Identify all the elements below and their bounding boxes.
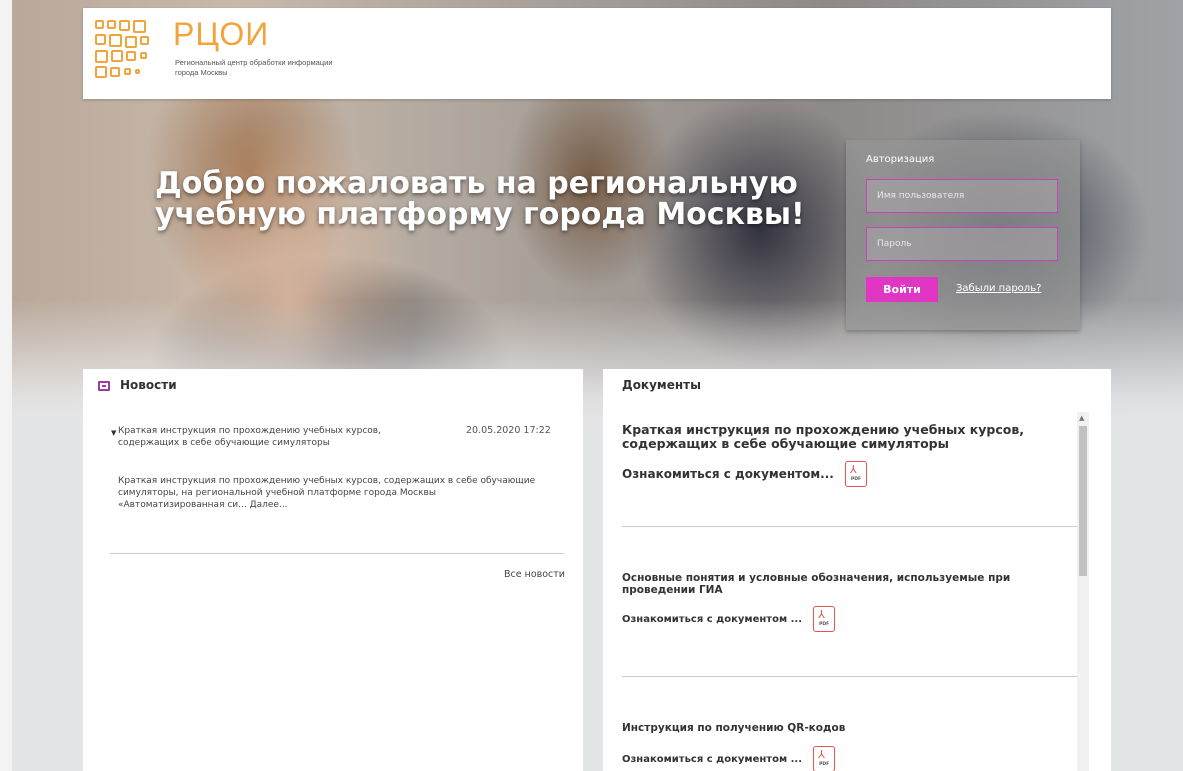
divider xyxy=(622,676,1077,677)
document-link[interactable]: Ознакомиться с документом... xyxy=(622,467,834,481)
document-item: Инструкция по получению QR-кодов Ознаком… xyxy=(622,722,1062,771)
password-input[interactable] xyxy=(866,227,1058,261)
divider xyxy=(110,553,564,554)
pdf-icon[interactable]: PDF xyxy=(844,461,867,487)
pdf-icon[interactable]: PDF xyxy=(813,746,836,771)
brand-subtitle-line1: Региональный центр обработки информации xyxy=(175,58,333,67)
news-panel: Новости ▼ Краткая инструкция по прохожде… xyxy=(83,369,583,771)
auth-panel: Авторизация Войти Забыли пароль? xyxy=(846,140,1080,330)
site-header: РЦОИ Региональный центр обработки информ… xyxy=(83,8,1111,99)
brand-subtitle: Региональный центр обработки информации … xyxy=(175,58,395,78)
scrollbar-thumb[interactable] xyxy=(1079,426,1087,576)
pdf-label: PDF xyxy=(850,477,862,482)
caret-down-icon[interactable]: ▼ xyxy=(111,429,116,437)
news-item-title[interactable]: Краткая инструкция по прохождению учебны… xyxy=(118,425,418,449)
pdf-label: PDF xyxy=(819,762,830,767)
documents-list[interactable]: Краткая инструкция по прохождению учебны… xyxy=(603,412,1078,771)
username-input[interactable] xyxy=(866,179,1058,213)
forgot-password-link[interactable]: Забыли пароль? xyxy=(956,283,1041,294)
scroll-up-icon[interactable]: ▲ xyxy=(1079,414,1084,422)
news-item-date: 20.05.2020 17:22 xyxy=(466,425,551,436)
brand-title[interactable]: РЦОИ xyxy=(173,16,269,53)
document-title: Инструкция по получению QR-кодов xyxy=(622,722,846,734)
document-item: Основные понятия и условные обозначения,… xyxy=(622,572,1062,632)
newspaper-icon xyxy=(98,381,110,391)
document-link[interactable]: Ознакомиться с документом ... xyxy=(622,754,802,765)
document-title: Основные понятия и условные обозначения,… xyxy=(622,572,1011,596)
documents-scrollbar[interactable]: ▲ xyxy=(1077,412,1089,771)
all-news-link[interactable]: Все новости xyxy=(504,569,565,580)
news-item-text: Краткая инструкция по прохождению учебны… xyxy=(118,476,536,510)
login-button[interactable]: Войти xyxy=(866,277,938,302)
pdf-icon[interactable]: PDF xyxy=(813,606,836,632)
documents-panel: Документы Краткая инструкция по прохожде… xyxy=(603,369,1111,771)
logo-icon[interactable] xyxy=(95,20,155,80)
left-strip xyxy=(0,0,12,771)
divider xyxy=(622,526,1077,527)
document-item: Краткая инструкция по прохождению учебны… xyxy=(622,423,1062,487)
brand-subtitle-line2: города Москвы xyxy=(175,68,228,77)
auth-title: Авторизация xyxy=(866,154,935,165)
documents-title: Документы xyxy=(622,378,701,392)
document-link[interactable]: Ознакомиться с документом ... xyxy=(622,614,802,625)
pdf-label: PDF xyxy=(819,622,830,627)
news-title: Новости xyxy=(120,378,177,392)
document-title: Краткая инструкция по прохождению учебны… xyxy=(622,422,1025,451)
welcome-heading: Добро пожаловать на региональную учебную… xyxy=(155,166,805,232)
